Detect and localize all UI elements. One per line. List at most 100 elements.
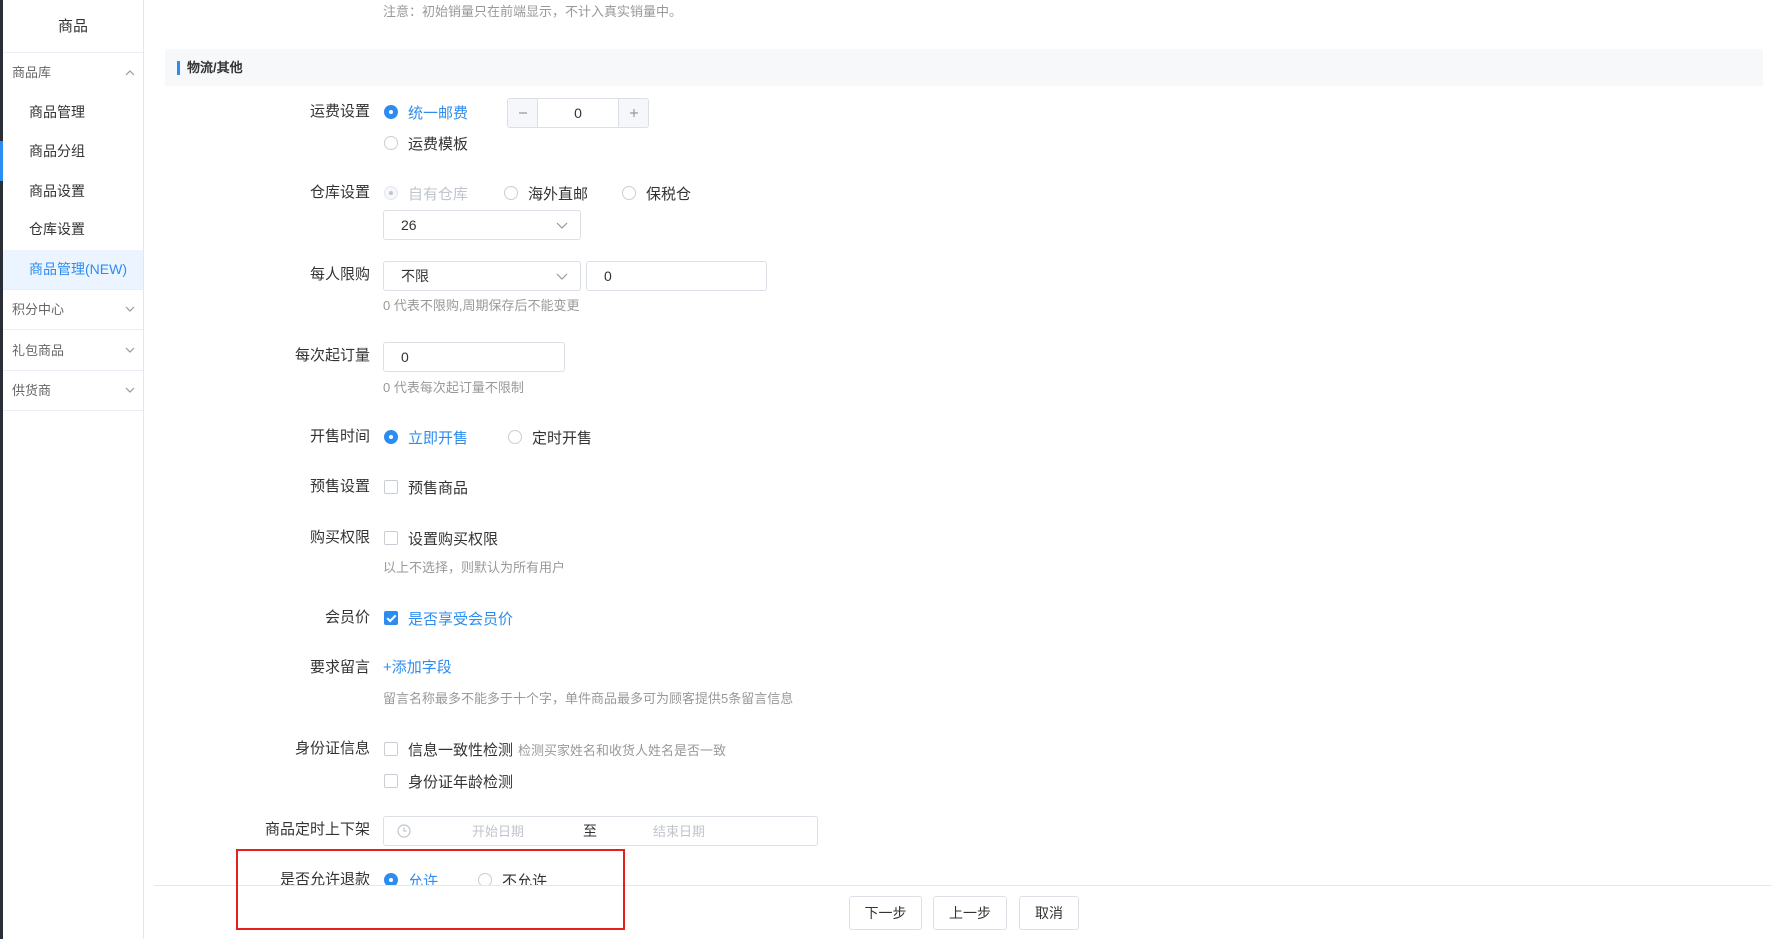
- sidebar-group-label: 积分中心: [12, 302, 65, 317]
- radio-circle: [508, 430, 522, 444]
- warehouse-label: 仓库设置: [309, 184, 370, 201]
- sidebar: 商品 商品库 商品管理 商品分组 商品设置 仓库设置 商品管理(NEW) 积分中…: [3, 0, 144, 939]
- checkbox-label: 身份证年龄检测: [408, 773, 514, 791]
- chevron-down-icon: [556, 273, 568, 280]
- radio-bonded-warehouse[interactable]: 保税仓: [622, 183, 691, 203]
- radio-circle: [622, 186, 636, 200]
- sidebar-group-goods-library[interactable]: 商品库: [3, 55, 143, 91]
- purchase-limit-label: 每人限购: [309, 266, 370, 283]
- sidebar-item-goods-management[interactable]: 商品管理: [3, 93, 143, 132]
- purchase-permission-label: 购买权限: [309, 529, 370, 546]
- member-price-label: 会员价: [324, 609, 370, 626]
- sidebar-item-label: 仓库设置: [29, 221, 85, 237]
- radio-shipping-template[interactable]: 运费模板: [384, 133, 468, 153]
- schedule-date-range: 至: [383, 816, 818, 846]
- checkbox-member-price[interactable]: 是否享受会员价: [384, 608, 513, 628]
- section-header-logistics: 物流/其他: [165, 49, 1763, 86]
- initial-sales-note: 注意：初始销量只在前端显示，不计入真实销量中。: [383, 4, 683, 19]
- min-order-input[interactable]: [383, 342, 565, 372]
- checkbox-box: [384, 611, 398, 625]
- purchase-permission-hint: 以上不选择，则默认为所有用户: [383, 560, 566, 575]
- start-date-input[interactable]: [418, 817, 578, 845]
- message-label: 要求留言: [309, 659, 370, 676]
- increment-button[interactable]: [618, 99, 648, 127]
- section-accent-bar: [177, 61, 180, 75]
- radio-circle: [504, 186, 518, 200]
- radio-overseas-direct[interactable]: 海外直邮: [504, 183, 588, 203]
- checkbox-label: 是否享受会员价: [408, 610, 514, 628]
- radio-label: 立即开售: [408, 429, 469, 447]
- purchase-limit-period-select[interactable]: 不限: [383, 261, 581, 291]
- chevron-down-icon: [125, 347, 135, 353]
- warehouse-select-value: 26: [401, 217, 417, 233]
- radio-circle: [384, 430, 398, 444]
- radio-unified-shipping[interactable]: 统一邮费: [384, 102, 468, 122]
- checkbox-box: [384, 531, 398, 545]
- radio-label: 海外直邮: [528, 185, 589, 203]
- id-consistency-note: 检测买家姓名和收货人姓名是否一致: [518, 742, 727, 758]
- radio-sell-immediately[interactable]: 立即开售: [384, 427, 468, 447]
- shipping-fee-stepper: 0: [507, 98, 649, 128]
- checkbox-purchase-permission[interactable]: 设置购买权限: [384, 528, 498, 548]
- chevron-up-icon: [125, 70, 135, 76]
- schedule-label: 商品定时上下架: [264, 821, 370, 838]
- minus-icon: [518, 112, 527, 114]
- sidebar-item-label: 商品管理(NEW): [29, 261, 127, 277]
- sidebar-item-label: 商品管理: [29, 104, 85, 120]
- min-order-label: 每次起订量: [294, 347, 370, 364]
- chevron-down-icon: [125, 387, 135, 393]
- sidebar-group-suppliers[interactable]: 供货商: [3, 370, 143, 411]
- checkbox-label: 信息一致性检测: [408, 741, 514, 759]
- end-date-input[interactable]: [599, 817, 759, 845]
- sidebar-group-label: 商品库: [12, 65, 52, 80]
- shipping-label: 运费设置: [309, 103, 370, 120]
- cancel-button[interactable]: 取消: [1019, 896, 1079, 930]
- min-order-hint: 0 代表每次起订量不限制: [383, 380, 524, 395]
- decrement-button[interactable]: [508, 99, 538, 127]
- presale-label: 预售设置: [309, 478, 370, 495]
- radio-circle: [384, 136, 398, 150]
- clock-icon: [397, 824, 411, 838]
- checkbox-label: 设置购买权限: [408, 530, 499, 548]
- plus-icon: [629, 109, 638, 117]
- purchase-limit-input[interactable]: [586, 261, 767, 291]
- sidebar-group-points-center[interactable]: 积分中心: [3, 289, 143, 329]
- sidebar-group-gift-packages[interactable]: 礼包商品: [3, 329, 143, 370]
- purchase-limit-hint: 0 代表不限购,周期保存后不能变更: [383, 298, 580, 313]
- previous-step-button[interactable]: 上一步: [933, 896, 1007, 930]
- checkbox-id-age-check[interactable]: 身份证年龄检测: [384, 771, 513, 791]
- radio-circle: [384, 105, 398, 119]
- radio-label: 定时开售: [532, 429, 593, 447]
- warehouse-select[interactable]: 26: [383, 210, 581, 240]
- chevron-down-icon: [556, 222, 568, 229]
- radio-label: 运费模板: [408, 135, 469, 153]
- radio-label: 统一邮费: [408, 104, 469, 122]
- add-field-link[interactable]: +添加字段: [383, 658, 452, 678]
- checkbox-presale[interactable]: 预售商品: [384, 477, 468, 497]
- chevron-down-icon: [125, 306, 135, 312]
- sale-time-label: 开售时间: [309, 428, 370, 445]
- sidebar-group-label: 礼包商品: [12, 343, 65, 358]
- checkbox-label: 预售商品: [408, 479, 469, 497]
- purchase-limit-period-value: 不限: [401, 268, 429, 284]
- message-hint: 留言名称最多不能多于十个字，单件商品最多可为顾客提供5条留言信息: [383, 691, 794, 706]
- next-step-button[interactable]: 下一步: [849, 896, 922, 930]
- section-title: 物流/其他: [187, 60, 243, 75]
- sidebar-item-goods-groups[interactable]: 商品分组: [3, 132, 143, 171]
- sidebar-item-goods-management-new[interactable]: 商品管理(NEW): [3, 250, 143, 289]
- id-info-label: 身份证信息: [294, 740, 370, 757]
- radio-label: 自有仓库: [408, 185, 469, 203]
- radio-own-warehouse[interactable]: 自有仓库: [384, 183, 468, 203]
- shipping-fee-value[interactable]: 0: [538, 99, 618, 127]
- checkbox-id-consistency[interactable]: 信息一致性检测 检测买家姓名和收货人姓名是否一致: [384, 739, 726, 759]
- highlight-annotation-box: [236, 849, 625, 930]
- sidebar-group-label: 供货商: [12, 383, 52, 398]
- checkbox-box: [384, 742, 398, 756]
- radio-scheduled-sale[interactable]: 定时开售: [508, 427, 592, 447]
- radio-label: 保税仓: [646, 185, 692, 203]
- checkbox-box: [384, 774, 398, 788]
- sidebar-item-goods-settings[interactable]: 商品设置: [3, 172, 143, 211]
- sidebar-title: 商品: [3, 0, 143, 53]
- sidebar-item-warehouse-settings[interactable]: 仓库设置: [3, 210, 143, 249]
- radio-circle: [384, 186, 398, 200]
